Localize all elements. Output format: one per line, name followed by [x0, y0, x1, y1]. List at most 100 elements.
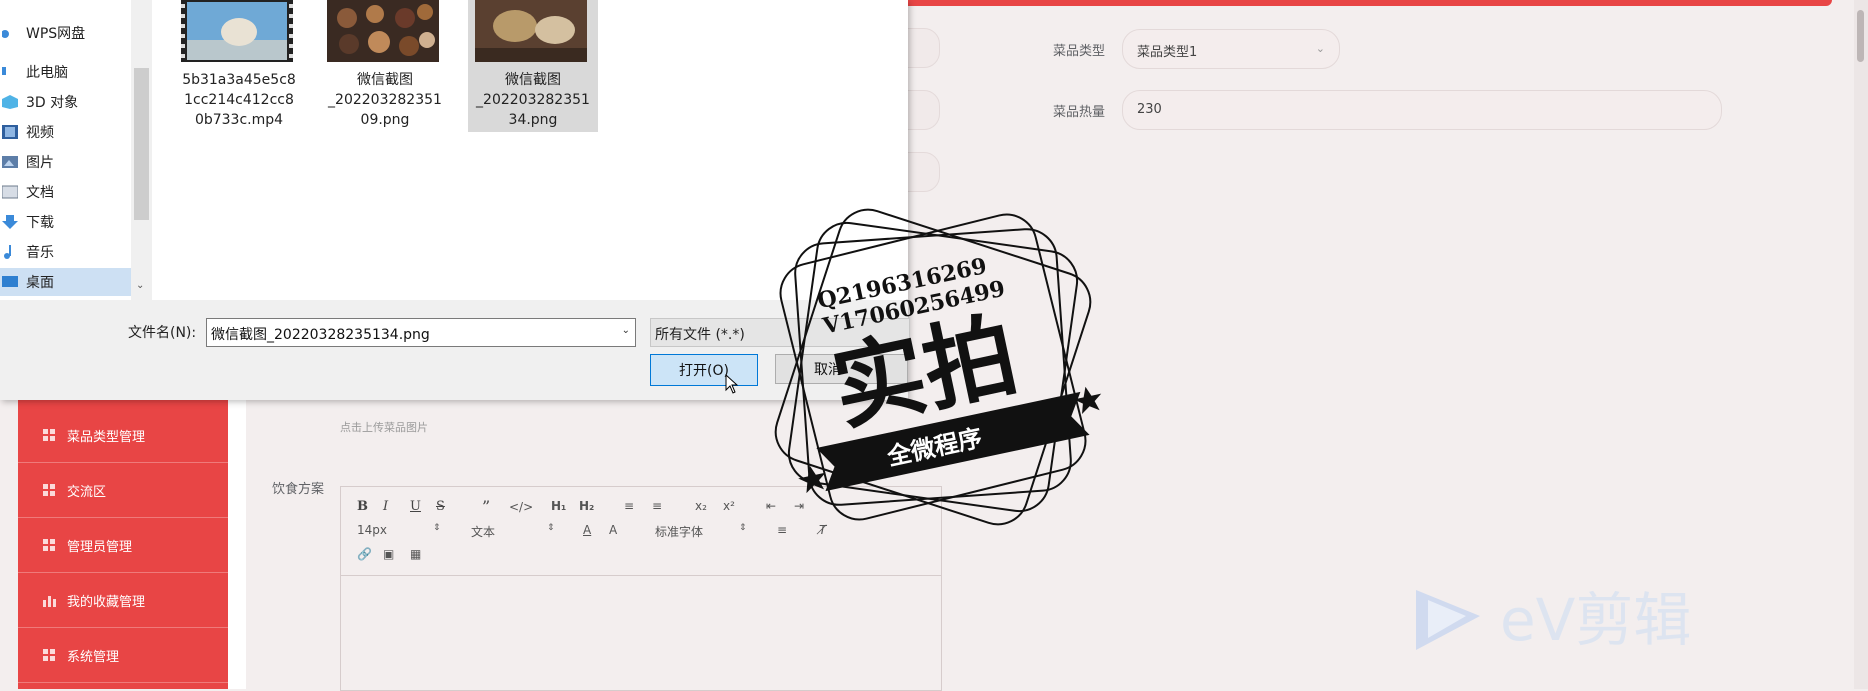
superscript-icon[interactable]: x²: [723, 499, 735, 513]
nav-item-3d-objects[interactable]: 3D 对象: [0, 88, 131, 116]
sidebar-item-dish-type[interactable]: 菜品类型管理: [18, 408, 228, 463]
nav-item-label: 桌面: [26, 275, 54, 291]
nav-item-label: 3D 对象: [26, 95, 79, 111]
grid-icon: [43, 428, 56, 442]
page-scrollbar[interactable]: [1854, 0, 1868, 689]
sidebar-item-label: 交流区: [67, 484, 107, 500]
calorie-value: 230: [1137, 102, 1162, 117]
paragraph-select[interactable]: 文本: [471, 523, 495, 540]
dialog-nav-pane: WPS网盘 此电脑 3D 对象 视频 图片 文档 下载 音乐 桌面 ⌄: [0, 0, 152, 300]
stamp-watermark: Q2196316269 V17060256499 实拍 全微程序: [774, 208, 1102, 526]
open-button[interactable]: 打开(O): [650, 354, 758, 386]
background-color-icon[interactable]: A: [609, 523, 617, 537]
heading2-icon[interactable]: H₂: [579, 499, 594, 513]
file-name-line: 1cc214c412cc8: [184, 92, 294, 108]
computer-icon: [2, 67, 6, 75]
chevron-updown-icon: ⇕: [433, 523, 441, 533]
font-color-icon[interactable]: A: [583, 523, 591, 537]
file-item-screenshot-1[interactable]: 微信截图 _202203282351 09.png: [320, 0, 450, 132]
nav-item-label: 音乐: [26, 245, 54, 261]
sidebar-item-label: 系统管理: [67, 649, 120, 665]
video-icon[interactable]: ▦: [410, 547, 421, 561]
file-name-line: 5b31a3a45e5c8: [182, 72, 296, 88]
ev-logo-text: eV剪辑: [1500, 586, 1691, 654]
sidebar-divider: [228, 400, 246, 689]
calorie-label: 菜品热量: [1053, 105, 1106, 120]
upload-hint[interactable]: 点击上传菜品图片: [340, 419, 428, 435]
sidebar-item-forum[interactable]: 交流区: [18, 463, 228, 518]
nav-scrollbar[interactable]: ⌄: [131, 0, 152, 300]
chevron-down-icon[interactable]: ⌄: [136, 280, 144, 291]
sidebar-item-label: 我的收藏管理: [67, 594, 146, 610]
dish-type-select[interactable]: 菜品类型1 ⌄: [1122, 29, 1340, 69]
chevron-updown-icon: ⇕: [739, 523, 747, 533]
bold-icon[interactable]: B: [357, 499, 368, 514]
nav-item-documents[interactable]: 文档: [0, 178, 131, 206]
diet-plan-label: 饮食方案: [272, 482, 325, 497]
chevron-down-icon[interactable]: ⌄: [622, 325, 630, 336]
nav-item-wps-cloud[interactable]: WPS网盘: [0, 19, 131, 47]
ordered-list-icon[interactable]: ≡: [624, 499, 634, 513]
sidebar-item-admin[interactable]: 管理员管理: [18, 518, 228, 573]
underline-icon[interactable]: U: [410, 499, 421, 514]
grid-icon: [43, 483, 56, 497]
sidebar-item-label: 管理员管理: [67, 539, 133, 555]
file-name: 微信截图 _202203282351 34.png: [468, 70, 598, 130]
file-name-line: 微信截图: [357, 72, 413, 88]
filetype-value: 所有文件 (*.*): [655, 327, 745, 343]
document-icon: [2, 185, 18, 199]
picture-icon: [2, 156, 18, 168]
video-thumbnail: [181, 0, 293, 62]
nav-item-desktop[interactable]: 桌面: [0, 268, 131, 296]
sidebar: 菜品类型管理 交流区 管理员管理 我的收藏管理 系统管理: [18, 400, 228, 689]
calorie-input[interactable]: 230: [1122, 90, 1722, 130]
bullet-list-icon[interactable]: ≡: [652, 499, 662, 513]
nav-item-downloads[interactable]: 下载: [0, 208, 131, 236]
page-scrollbar-thumb[interactable]: [1857, 10, 1864, 62]
heading1-icon[interactable]: H₁: [551, 499, 566, 513]
strike-icon[interactable]: S: [436, 499, 445, 514]
music-icon: [4, 245, 11, 259]
top-accent-bar: [900, 0, 1832, 6]
chevron-down-icon: ⌄: [1315, 42, 1325, 55]
link-icon[interactable]: 🔗: [357, 547, 372, 561]
file-name: 微信截图 _202203282351 09.png: [320, 70, 450, 130]
file-name-line: 09.png: [360, 112, 410, 128]
font-size-select[interactable]: 14px: [357, 523, 387, 537]
nav-item-label: 此电脑: [26, 65, 68, 81]
subscript-icon[interactable]: x₂: [695, 499, 707, 513]
italic-icon[interactable]: I: [383, 499, 388, 514]
bar-chart-icon: [43, 594, 56, 607]
cloud-icon: [2, 30, 9, 38]
quote-icon[interactable]: ”: [482, 497, 490, 516]
file-item-screenshot-2[interactable]: 微信截图 _202203282351 34.png: [468, 0, 598, 132]
video-icon: [2, 125, 18, 139]
chevron-updown-icon: ⇕: [547, 523, 555, 533]
sidebar-item-system[interactable]: 系统管理: [18, 628, 228, 683]
file-name-line: 34.png: [508, 112, 558, 128]
nav-item-label: 下载: [26, 215, 54, 231]
filename-label: 文件名(N):: [128, 325, 197, 341]
nav-item-label: 图片: [26, 155, 54, 171]
sidebar-item-favorites[interactable]: 我的收藏管理: [18, 573, 228, 628]
file-name-line: _202203282351: [476, 92, 590, 108]
nav-item-videos[interactable]: 视频: [0, 118, 131, 146]
nav-item-this-pc[interactable]: 此电脑: [0, 58, 131, 86]
file-item-video[interactable]: 5b31a3a45e5c8 1cc214c412cc8 0b733c.mp4: [174, 0, 304, 132]
nav-item-music[interactable]: 音乐: [0, 238, 131, 266]
image-thumbnail: [327, 0, 439, 62]
dish-type-value: 菜品类型1: [1137, 45, 1198, 60]
nav-scrollbar-thumb[interactable]: [134, 68, 149, 220]
file-name: 5b31a3a45e5c8 1cc214c412cc8 0b733c.mp4: [174, 70, 304, 130]
filename-input[interactable]: 微信截图_20220328235134.png ⌄: [206, 318, 636, 347]
font-family-select[interactable]: 标准字体: [655, 523, 703, 540]
nav-item-label: 文档: [26, 185, 54, 201]
grid-icon: [43, 538, 56, 552]
cube-icon: [2, 95, 18, 109]
code-icon[interactable]: </>: [509, 500, 533, 514]
nav-item-pictures[interactable]: 图片: [0, 148, 131, 176]
ev-logo-watermark: eV剪辑: [1410, 578, 1770, 658]
image-thumbnail: [475, 0, 587, 62]
download-icon: [2, 215, 18, 229]
image-icon[interactable]: ▣: [383, 547, 394, 561]
